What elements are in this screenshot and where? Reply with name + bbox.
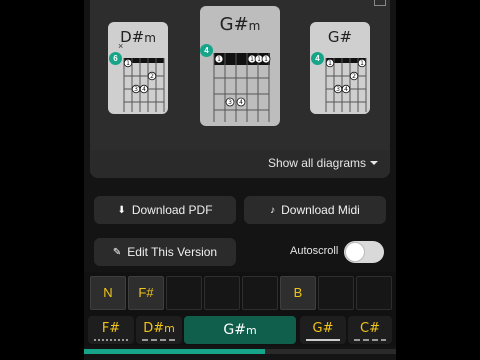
download-midi-button[interactable]: ♪ Download Midi [244, 196, 386, 224]
chord-fretboard: 1 2 3 4 [123, 58, 165, 112]
chord-diagram-3[interactable]: G# 4 1 1 2 3 4 [310, 22, 370, 114]
finger-number: 1 [257, 56, 261, 63]
show-all-diagrams-label: Show all diagrams [267, 156, 366, 170]
timeline-cell[interactable]: B [280, 276, 316, 310]
finger-number: 3 [336, 86, 340, 93]
finger-number: 4 [239, 99, 243, 106]
timeline-cell[interactable] [204, 276, 240, 310]
finger-number: 1 [264, 56, 268, 63]
autoscroll-toggle[interactable] [344, 241, 384, 263]
edit-version-label: Edit This Version [127, 245, 218, 259]
chord-bar-item[interactable]: G# [300, 316, 346, 344]
finger-number: 2 [150, 73, 154, 80]
progress-fill [84, 349, 265, 354]
expand-icon[interactable] [374, 0, 386, 6]
finger-number: 1 [360, 60, 364, 67]
timeline-cell[interactable]: N [90, 276, 126, 310]
caret-down-icon [370, 161, 378, 165]
chord-diagram-area: D#m × 6 1 2 3 4 G#m 4 1 1 1 1 3 4 G# 4 1… [90, 0, 390, 150]
finger-number: 4 [142, 86, 146, 93]
timeline-cell[interactable] [318, 276, 354, 310]
autoscroll-label: Autoscroll [290, 245, 339, 257]
app-root: D#m × 6 1 2 3 4 G#m 4 1 1 1 1 3 4 G# 4 1… [84, 0, 396, 360]
chord-fretboard: 1 1 1 1 3 4 [213, 53, 271, 122]
finger-number: 3 [134, 86, 138, 93]
edit-version-button[interactable]: ✎ Edit This Version [94, 238, 236, 266]
chord-fretboard: 1 1 2 3 4 [325, 58, 367, 112]
strum-pattern [94, 339, 128, 341]
chord-bar-item[interactable]: F# [88, 316, 134, 344]
download-pdf-label: Download PDF [131, 203, 213, 217]
pencil-icon: ✎ [112, 246, 122, 258]
download-midi-label: Download Midi [281, 203, 360, 217]
show-all-diagrams-button[interactable]: Show all diagrams [268, 156, 378, 170]
chord-bar-item[interactable]: D#m [136, 316, 182, 344]
finger-number: 1 [217, 56, 221, 63]
strum-pattern [354, 339, 386, 341]
download-icon: ⬇ [117, 204, 126, 216]
chord-diagram-panel: D#m × 6 1 2 3 4 G#m 4 1 1 1 1 3 4 G# 4 1… [90, 0, 390, 178]
music-note-icon: ♪ [270, 204, 276, 216]
strum-pattern [142, 339, 176, 341]
toggle-knob [345, 242, 365, 262]
playback-progress-bar[interactable] [84, 349, 396, 354]
finger-number: 1 [126, 60, 130, 67]
finger-number: 4 [344, 86, 348, 93]
finger-number: 3 [228, 99, 232, 106]
timeline-cell[interactable] [242, 276, 278, 310]
finger-number: 1 [250, 56, 254, 63]
chord-bar: F# D#m G#m G# C# [84, 314, 396, 346]
timeline-cell[interactable] [166, 276, 202, 310]
chord-timeline: N F# B [84, 272, 396, 314]
chord-bar-item-active[interactable]: G#m [184, 316, 296, 344]
chord-bar-item[interactable]: C# [348, 316, 392, 344]
finger-number: 2 [352, 73, 356, 80]
download-pdf-button[interactable]: ⬇ Download PDF [94, 196, 236, 224]
timeline-cell[interactable]: F# [128, 276, 164, 310]
strum-pattern [306, 339, 340, 341]
finger-number: 1 [328, 60, 332, 67]
chord-diagram-1[interactable]: D#m × 6 1 2 3 4 [108, 22, 168, 114]
chord-diagram-2[interactable]: G#m 4 1 1 1 1 3 4 [200, 6, 280, 126]
timeline-cell[interactable] [356, 276, 392, 310]
